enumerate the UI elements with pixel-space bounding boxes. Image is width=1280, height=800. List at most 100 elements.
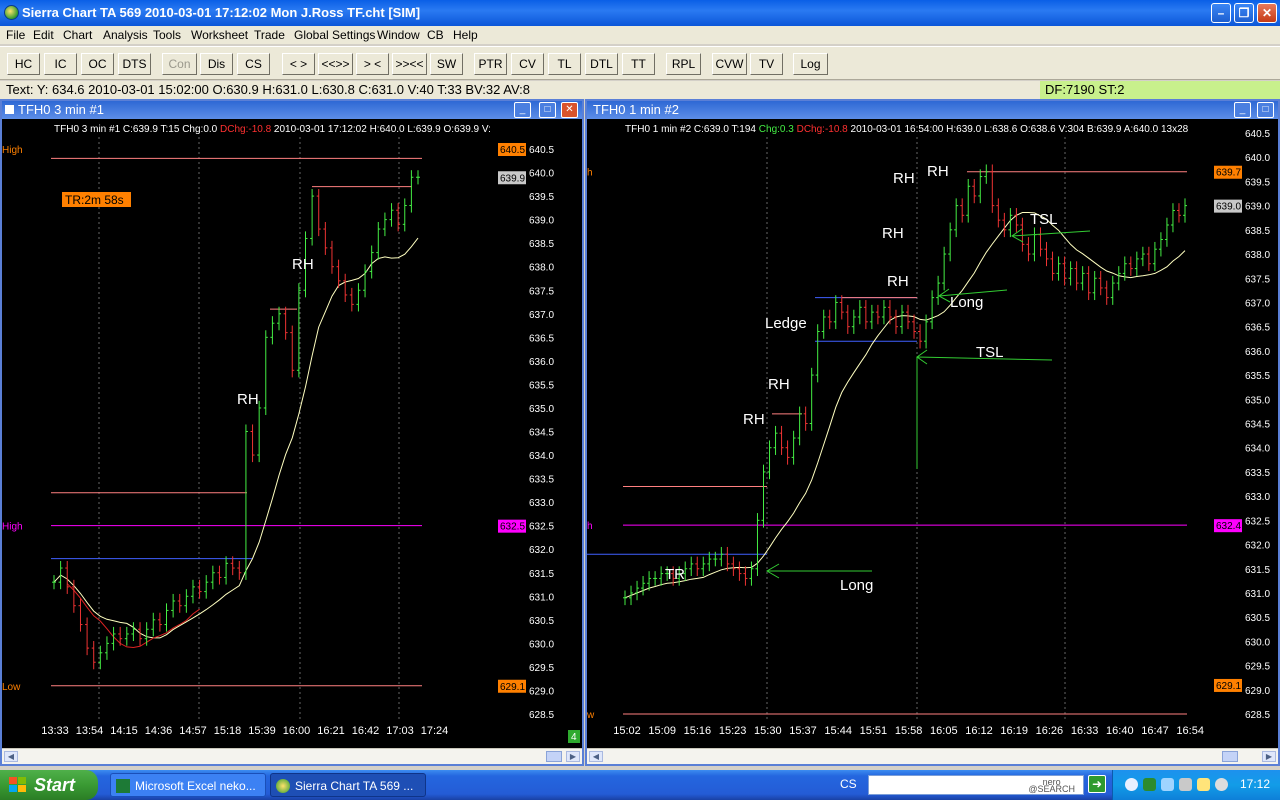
chart-minimize-button[interactable]: _ [514,102,531,118]
toolbar-log-button[interactable]: Log [793,53,828,75]
toolbar-cs-button[interactable]: CS [237,53,270,75]
taskbar-item-sierra-chart[interactable]: Sierra Chart TA 569 ... [270,773,426,797]
toolbar-tt-button[interactable]: TT [622,53,655,75]
toolbar-rpl-button[interactable]: RPL [666,53,701,75]
scroll-left-arrow-icon[interactable]: ◀ [4,751,18,762]
search-go-button[interactable]: ➜ [1088,775,1106,793]
toolbar-con-button[interactable]: Con [162,53,197,75]
chart-window-icon [5,105,14,114]
tray-misc-icon[interactable] [1215,778,1228,791]
menu-window[interactable]: Window [377,28,420,42]
time-axis-label: 17:03 [386,725,414,737]
sierra-globe-icon [276,779,290,793]
scrollbar-thumb[interactable] [546,751,562,762]
price-chart-1min[interactable]: TFH0 1 min #2 C:639.0 T:194 Chg:0.3 DChg… [587,119,1278,746]
close-button[interactable]: ✕ [1257,3,1277,23]
price-axis-label: 629.0 [1245,686,1270,697]
time-axis-label: 15:51 [860,725,888,737]
price-axis-label: 637.5 [1245,274,1270,285]
title-bar: Sierra Chart TA 569 2010-03-01 17:12:02 … [0,0,1280,26]
time-axis-label: 15:02 [613,725,641,737]
time-axis-label: 15:09 [648,725,676,737]
restore-button[interactable]: ❐ [1234,3,1254,23]
chart-annotation-text: RH [927,163,949,180]
bar-timer-text: TR:2m 58s [65,193,124,207]
toolbar-tl-button[interactable]: TL [548,53,581,75]
toolbar-tv-button[interactable]: TV [750,53,783,75]
scrollbar-thumb[interactable] [1222,751,1238,762]
tray-arrow-icon[interactable] [1125,778,1138,791]
price-axis-label: 633.5 [1245,468,1270,479]
chart-annotation-text: RH [882,225,904,242]
tray-network-icon[interactable] [1161,778,1174,791]
time-axis-label: 13:33 [41,725,69,737]
menu-chart[interactable]: Chart [63,28,92,42]
chart-horizontal-scrollbar[interactable]: ◀ ▶ [587,748,1278,764]
toolbar-expand-more-button[interactable]: <<>> [318,53,353,75]
toolbar-ptr-button[interactable]: PTR [474,53,507,75]
toolbar-hc-button[interactable]: HC [7,53,40,75]
chart-header-text: TFH0 1 min #2 C:639.0 T:194 Chg:0.3 DChg… [625,124,1189,135]
moving-average-line [624,212,1186,599]
excel-icon [116,779,130,793]
toolbar-cvw-button[interactable]: CVW [712,53,747,75]
time-axis-label: 16:47 [1141,725,1169,737]
toolbar-dts-button[interactable]: DTS [118,53,151,75]
price-axis-label: 635.5 [529,380,554,391]
price-chart-3min[interactable]: TFH0 3 min #1 C:639.9 T:15 Chg:0.0 DChg:… [2,119,582,746]
language-indicator[interactable]: CS [840,777,857,791]
menu-bar: File Edit Chart Analysis Tools Worksheet… [0,26,1280,44]
price-badge-label: 632.5 [500,522,525,533]
price-badge-label: 639.9 [500,173,525,184]
chart-horizontal-scrollbar[interactable]: ◀ ▶ [2,748,582,764]
price-axis-label: 628.5 [529,710,554,721]
scroll-left-arrow-icon[interactable]: ◀ [589,751,603,762]
price-axis-label: 636.5 [1245,323,1270,334]
nero-search-input[interactable]: nero @SEARCH [868,775,1084,795]
toolbar-compress-more-button[interactable]: >><< [392,53,427,75]
minimize-icon: _ [519,104,526,115]
price-axis-label: 637.5 [529,286,554,297]
toolbar-sw-button[interactable]: SW [430,53,463,75]
minimize-icon: – [1217,6,1225,20]
chart-maximize-button[interactable]: □ [539,102,556,118]
tray-app-icon[interactable] [1143,778,1156,791]
price-axis-label: 628.5 [1245,710,1270,721]
toolbar-scroll-expand-button[interactable]: < > [282,53,315,75]
scroll-right-arrow-icon[interactable]: ▶ [566,751,580,762]
toolbar-dtl-button[interactable]: DTL [585,53,618,75]
price-axis-label: 636.0 [1245,347,1270,358]
toolbar-oc-button[interactable]: OC [81,53,114,75]
toolbar-compress-button[interactable]: > < [356,53,389,75]
toolbar-cv-button[interactable]: CV [511,53,544,75]
toolbar-dis-button[interactable]: Dis [200,53,233,75]
menu-worksheet[interactable]: Worksheet [191,28,248,42]
tray-speaker-icon[interactable] [1179,778,1192,791]
chart-maximize-button[interactable]: □ [1257,102,1274,118]
price-axis-label: 639.5 [529,192,554,203]
start-button[interactable]: Start [0,770,98,800]
menu-analysis[interactable]: Analysis [103,28,148,42]
menu-tools[interactable]: Tools [153,28,181,42]
nero-search-logo: nero @SEARCH [1028,777,1075,794]
taskbar-item-excel[interactable]: Microsoft Excel neko... [110,773,266,797]
chart-annotation-text: TR [665,566,685,583]
menu-edit[interactable]: Edit [33,28,54,42]
price-axis-label: 635.0 [1245,395,1270,406]
menu-cb[interactable]: CB [427,28,444,42]
scroll-right-arrow-icon[interactable]: ▶ [1262,751,1276,762]
toolbar-ic-button[interactable]: IC [44,53,77,75]
menu-file[interactable]: File [6,28,25,42]
taskbar-item-label: Sierra Chart TA 569 ... [295,779,414,793]
price-axis-label: 629.5 [1245,662,1270,673]
minimize-button[interactable]: – [1211,3,1231,23]
moving-average-line [53,237,419,639]
menu-global-settings[interactable]: Global Settings [294,28,375,42]
menu-help[interactable]: Help [453,28,478,42]
chart-annotation-text: Ledge [765,315,807,332]
tray-security-icon[interactable] [1197,778,1210,791]
menu-trade[interactable]: Trade [254,28,285,42]
chart-minimize-button[interactable]: _ [1234,102,1251,118]
price-badge-label: 639.0 [1216,202,1241,213]
chart-close-button[interactable]: ✕ [561,102,578,118]
